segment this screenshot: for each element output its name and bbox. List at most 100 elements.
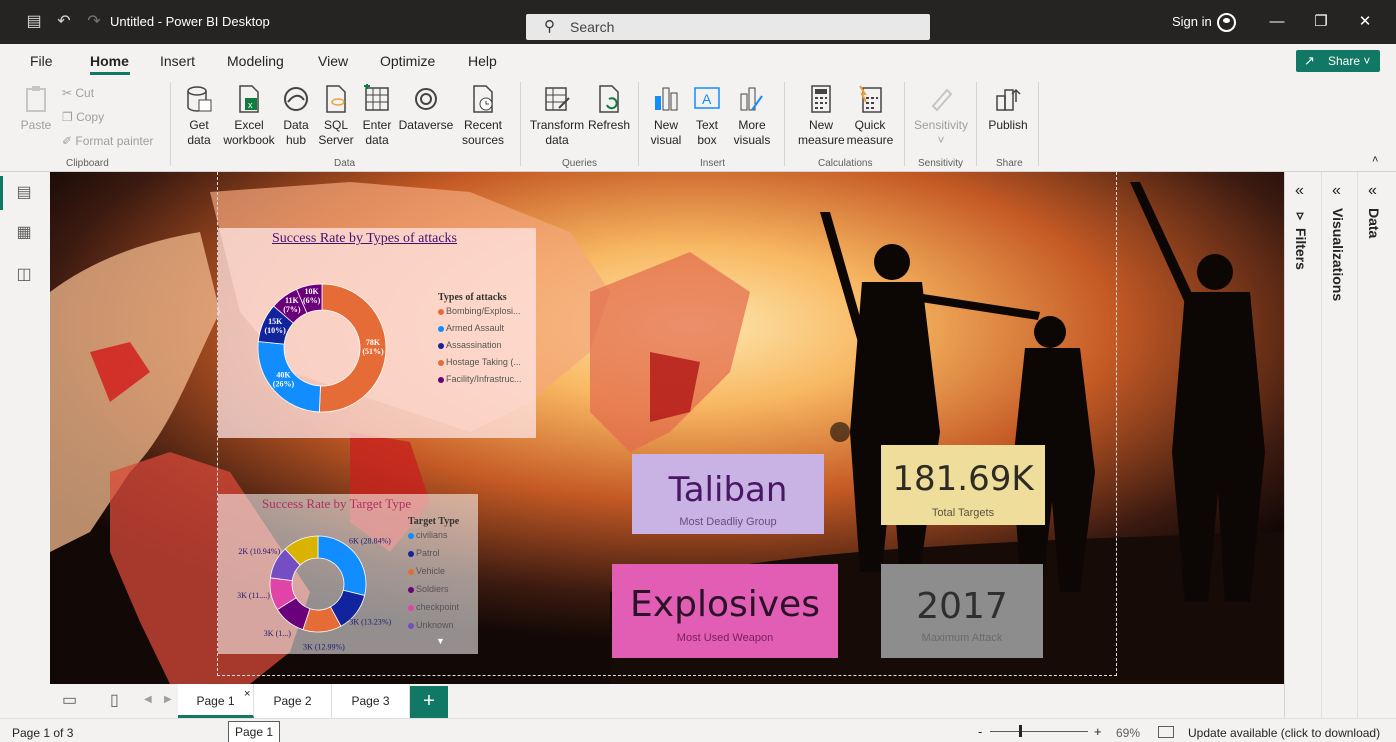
table-view-icon[interactable]: ▦	[14, 222, 34, 242]
zoom-in-button[interactable]: +	[1094, 724, 1102, 739]
calculations-group-label: Calculations	[818, 158, 873, 169]
expand-filters-icon[interactable]: «	[1295, 182, 1304, 200]
publish-label: Publish	[988, 118, 1028, 132]
desktop-layout-icon[interactable]: ▭	[62, 690, 77, 710]
transform-data-button[interactable]: Transform data	[528, 84, 586, 148]
data-hub-button[interactable]: Data hub	[278, 84, 314, 148]
filters-pane[interactable]: « ▿ Filters	[1285, 172, 1321, 718]
model-view-icon[interactable]: ◫	[14, 264, 34, 284]
cut-label: Cut	[75, 86, 95, 100]
ribbon: Paste ✂ Cut ❐ Copy ✐ Format painter Clip…	[0, 76, 1396, 172]
publish-button[interactable]: Publish	[986, 84, 1030, 133]
fit-to-page-icon[interactable]	[1158, 726, 1174, 738]
data-hub-label-2: hub	[285, 133, 307, 147]
view-switcher: ▤ ▦ ◫	[0, 172, 48, 682]
more-visuals-label-1: More	[738, 118, 766, 132]
page-tab-1[interactable]: Page 1	[178, 684, 254, 718]
more-visuals-label-2: visuals	[733, 133, 771, 147]
menu-file[interactable]: File	[30, 53, 53, 69]
save-icon[interactable]: ▤	[24, 12, 44, 32]
filters-label: Filters	[1293, 227, 1309, 270]
new-visual-label-2: visual	[650, 133, 682, 147]
active-tab-indicator	[90, 72, 130, 75]
expand-data-icon[interactable]: «	[1368, 182, 1377, 200]
refresh-button[interactable]: Refresh	[588, 84, 630, 133]
quick-measure-label-2: measure	[846, 133, 894, 147]
data-pane[interactable]: « Data	[1357, 172, 1393, 718]
queries-group-label: Queries	[562, 158, 598, 169]
sensitivity-button: Sensitivity ˅	[912, 84, 970, 148]
redo-icon: ↷	[87, 13, 101, 30]
get-data-button[interactable]: Get data	[178, 84, 220, 148]
menu-help[interactable]: Help	[468, 53, 497, 69]
report-view-icon[interactable]: ▤	[14, 182, 34, 202]
enter-data-label-2: data	[365, 133, 389, 147]
cut-button: ✂ Cut	[62, 86, 95, 100]
enter-data-button[interactable]: Enter data	[360, 84, 394, 148]
next-page-icon[interactable]: ▶	[164, 694, 172, 705]
minimize-button[interactable]: —	[1262, 10, 1292, 34]
excel-icon: x	[239, 85, 259, 113]
new-visual-button[interactable]: New visual	[648, 84, 684, 148]
recent-sources-button[interactable]: Recent sources	[458, 84, 508, 148]
text-box-label-2: box	[697, 133, 717, 147]
prev-page-icon[interactable]: ◀	[144, 694, 152, 705]
close-tab-icon[interactable]: ×	[244, 688, 250, 700]
share-button[interactable]: ↗ Share ˅	[1296, 50, 1380, 72]
update-available-link[interactable]: Update available (click to download)	[1188, 726, 1380, 740]
sql-icon	[326, 85, 346, 113]
zoom-slider[interactable]	[990, 731, 1088, 732]
page-tooltip: Page 1	[228, 721, 281, 742]
user-icon[interactable]	[1217, 13, 1236, 32]
bar-chart-icon	[655, 87, 678, 111]
text-box-button[interactable]: A Text box	[690, 84, 724, 148]
search-placeholder: Search	[570, 19, 615, 35]
restore-button[interactable]: ❐	[1306, 10, 1336, 34]
sql-server-button[interactable]: SQL Server	[318, 84, 354, 148]
add-page-button[interactable]: +	[410, 686, 448, 718]
new-measure-label-1: New	[808, 118, 833, 132]
page-tab-3[interactable]: Page 3	[332, 684, 410, 718]
search-box[interactable]: ⚲ Search	[526, 14, 930, 40]
dataverse-button[interactable]: Dataverse	[398, 84, 454, 133]
new-measure-label-2: measure	[798, 133, 845, 147]
undo-icon[interactable]: ↶	[54, 12, 74, 32]
sql-label-2: Server	[318, 133, 354, 147]
text-box-icon: A	[694, 87, 720, 109]
zoom-out-button[interactable]: -	[978, 724, 982, 739]
calculator-icon	[811, 85, 831, 113]
sign-in-link[interactable]: Sign in	[1172, 14, 1212, 29]
menu-home[interactable]: Home	[90, 53, 129, 69]
mobile-layout-icon[interactable]: ▯	[110, 690, 119, 710]
menu-view[interactable]: View	[318, 53, 348, 69]
refresh-label: Refresh	[588, 118, 631, 132]
ribbon-separator	[784, 82, 785, 166]
get-data-label-2: data	[187, 133, 211, 147]
refresh-icon	[599, 85, 619, 113]
get-data-label-1: Get	[189, 118, 209, 132]
visualizations-pane[interactable]: « Visualizations	[1321, 172, 1357, 718]
quick-measure-icon	[859, 85, 882, 113]
new-measure-button[interactable]: New measure	[798, 84, 845, 148]
collapse-ribbon-icon[interactable]: ˄	[1372, 154, 1378, 166]
paste-button: Paste	[20, 84, 52, 133]
sensitivity-chevron: ˅	[937, 133, 945, 147]
zoom-thumb[interactable]	[1019, 725, 1022, 737]
close-button[interactable]: ✕	[1350, 10, 1380, 34]
menu-optimize[interactable]: Optimize	[380, 53, 435, 69]
quick-measure-button[interactable]: Quick measure	[846, 84, 894, 148]
more-visuals-button[interactable]: More visuals	[728, 84, 776, 148]
excel-workbook-button[interactable]: x Excel workbook	[222, 84, 276, 148]
title-bar: ▤ ↶ ↷ Untitled - Power BI Desktop ⚲ Sear…	[0, 0, 1396, 44]
menu-insert[interactable]: Insert	[160, 53, 195, 69]
page-tab-2[interactable]: Page 2	[254, 684, 332, 718]
ribbon-separator	[638, 82, 639, 166]
menu-modeling[interactable]: Modeling	[227, 53, 284, 69]
ribbon-separator	[904, 82, 905, 166]
enter-data-label-1: Enter	[362, 118, 392, 132]
sensitivity-group-label: Sensitivity	[918, 158, 964, 169]
expand-visualizations-icon[interactable]: «	[1332, 182, 1341, 200]
copy-button: ❐ Copy	[62, 110, 105, 124]
selection-frame	[217, 172, 1117, 676]
insert-group-label: Insert	[700, 158, 726, 169]
